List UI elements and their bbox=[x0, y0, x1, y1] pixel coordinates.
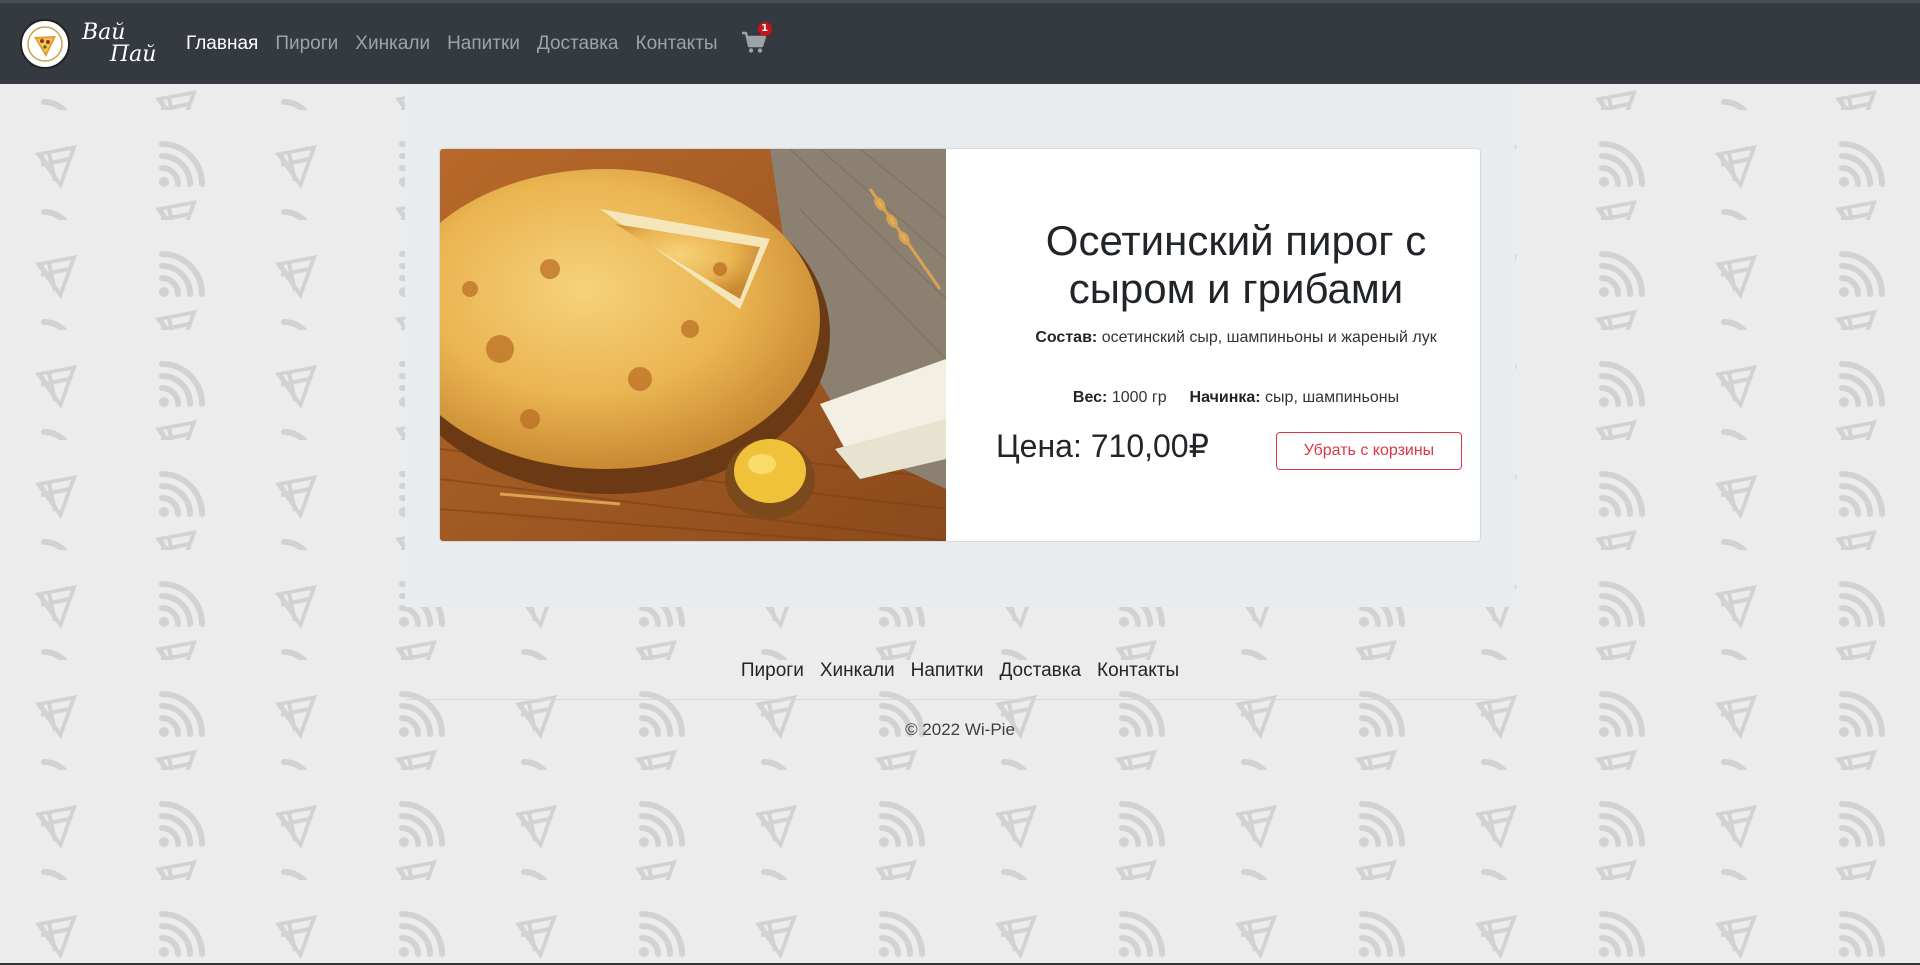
brand-logo-link[interactable]: Вай Пай bbox=[20, 18, 162, 69]
weight-value: 1000 гр bbox=[1111, 389, 1167, 406]
product-details: Осетинский пирог с сыром и грибами Соста… bbox=[946, 149, 1480, 541]
nav-item-drinks[interactable]: Напитки bbox=[447, 33, 520, 55]
nav-item-delivery[interactable]: Доставка bbox=[537, 33, 619, 55]
footer: Пироги Хинкали Напитки Доставка Контакты… bbox=[0, 660, 1920, 740]
footer-link-pies[interactable]: Пироги bbox=[741, 660, 804, 682]
cart-button[interactable]: 1 bbox=[741, 21, 772, 55]
product-title: Осетинский пирог с сыром и грибами bbox=[1045, 217, 1427, 312]
product-composition: Состав: осетинский сыр, шампиньоны и жар… bbox=[1006, 326, 1466, 350]
copyright: © 2022 Wi-Pie bbox=[905, 720, 1015, 739]
brand-name-line2: Пай bbox=[110, 41, 157, 67]
cart-count-badge: 1 bbox=[757, 21, 772, 36]
footer-link-drinks[interactable]: Напитки bbox=[911, 660, 984, 682]
brand-name-line1: Вай bbox=[82, 19, 126, 45]
weight-label: Вес: bbox=[1072, 389, 1108, 406]
remove-from-cart-button[interactable]: Убрать с корзины bbox=[1276, 432, 1462, 470]
brand-name: Вай Пай bbox=[78, 19, 162, 67]
footer-link-contacts[interactable]: Контакты bbox=[1097, 660, 1179, 682]
nav-item-khinkali[interactable]: Хинкали bbox=[355, 33, 430, 55]
nav-item-pies[interactable]: Пироги bbox=[275, 33, 338, 55]
main-content: Осетинский пирог с сыром и грибами Соста… bbox=[405, 84, 1515, 607]
product-card: Осетинский пирог с сыром и грибами Соста… bbox=[439, 148, 1481, 542]
product-image bbox=[440, 149, 947, 541]
nav-menu: Главная Пироги Хинкали Напитки Доставка … bbox=[186, 21, 772, 57]
composition-value: осетинский сыр, шампиньоны и жареный лук bbox=[1101, 329, 1437, 346]
footer-link-khinkali[interactable]: Хинкали bbox=[820, 660, 895, 682]
filling-value: сыр, шампиньоны bbox=[1265, 389, 1400, 406]
footer-links: Пироги Хинкали Напитки Доставка Контакты bbox=[0, 660, 1920, 682]
product-price: Цена: 710,00₽ bbox=[996, 428, 1209, 464]
product-meta: Вес: 1000 гр Начинка: сыр, шампиньоны bbox=[1006, 389, 1466, 407]
filling-label: Начинка: bbox=[1189, 389, 1261, 406]
composition-label: Состав: bbox=[1035, 329, 1098, 346]
top-navbar: Вай Пай Главная Пироги Хинкали Напитки Д… bbox=[0, 0, 1920, 84]
footer-link-delivery[interactable]: Доставка bbox=[999, 660, 1081, 682]
pie-logo-icon bbox=[20, 18, 70, 69]
nav-item-home[interactable]: Главная bbox=[186, 33, 258, 55]
nav-item-contacts[interactable]: Контакты bbox=[636, 33, 718, 55]
footer-divider bbox=[405, 699, 1515, 700]
